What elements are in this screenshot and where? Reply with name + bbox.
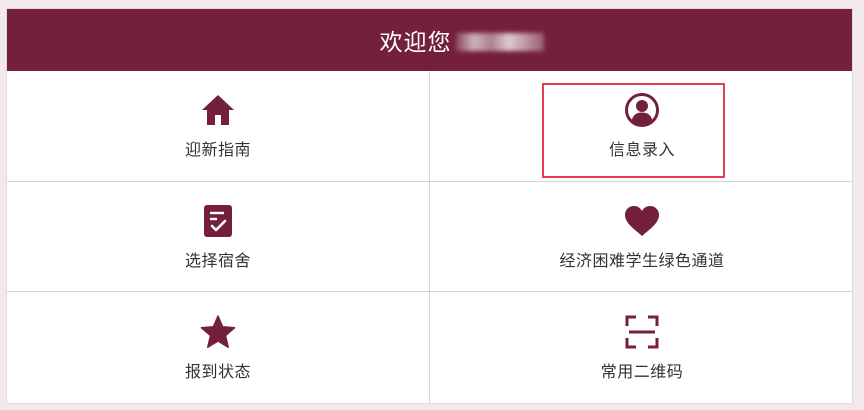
menu-item-enrollment-guide[interactable]: 迎新指南: [7, 71, 430, 182]
user-circle-icon: [624, 92, 660, 128]
menu-item-qr-codes[interactable]: 常用二维码: [430, 292, 852, 403]
menu-item-label: 选择宿舍: [184, 250, 251, 270]
menu-item-label: 迎新指南: [184, 140, 251, 159]
menu-item-label: 常用二维码: [600, 362, 684, 381]
menu-grid: 迎新指南 信息录入 选择宿舍 经济困难学生绿色通道 报到状态 常用二维码: [7, 71, 852, 403]
home-icon: [200, 92, 236, 128]
qr-scan-icon: [624, 314, 660, 350]
menu-item-label: 报到状态: [184, 362, 251, 381]
menu-item-financial-aid[interactable]: 经济困难学生绿色通道: [430, 182, 852, 292]
menu-item-label: 信息录入: [608, 140, 675, 159]
welcome-title: 欢迎您: [379, 30, 452, 56]
welcome-header: 欢迎您: [7, 9, 852, 71]
menu-item-choose-dorm[interactable]: 选择宿舍: [7, 182, 430, 292]
app-frame: 欢迎您 迎新指南 信息录入 选择宿舍 经济困难学生绿色通道 报到状态 常用二维码: [6, 8, 853, 404]
clipboard-check-icon: [200, 203, 236, 239]
menu-item-label: 经济困难学生绿色通道: [559, 250, 725, 270]
heart-icon: [624, 203, 660, 239]
redacted-username: [455, 33, 544, 51]
menu-item-registration-status[interactable]: 报到状态: [7, 292, 430, 403]
star-icon: [200, 314, 236, 350]
menu-item-info-entry[interactable]: 信息录入: [430, 71, 852, 182]
